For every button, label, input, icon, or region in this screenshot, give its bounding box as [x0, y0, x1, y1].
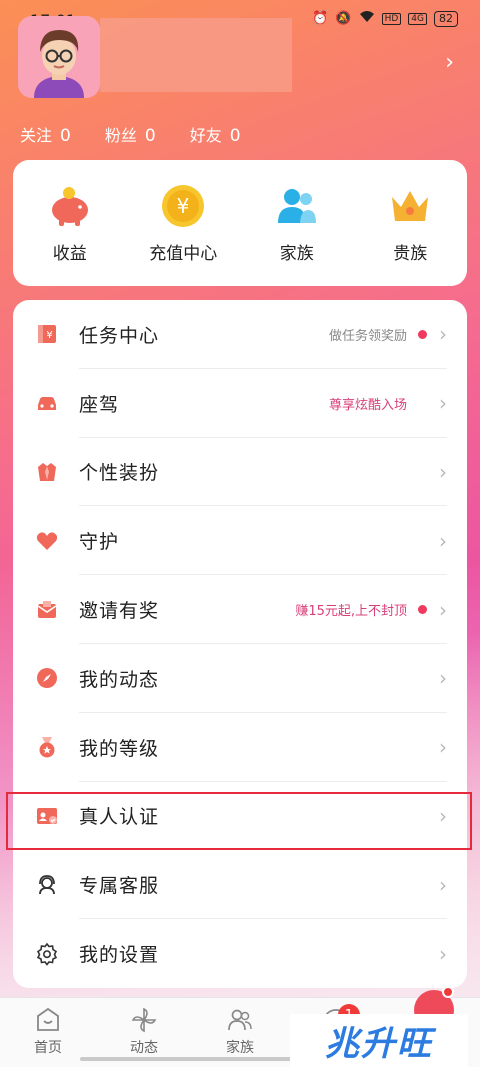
headset-icon	[35, 873, 59, 897]
wifi-icon	[359, 10, 375, 27]
id-card-icon	[35, 804, 59, 828]
menu-item-guard[interactable]: 守护 ›	[13, 506, 467, 576]
feature-label: 家族	[279, 243, 314, 264]
notification-dot	[418, 605, 427, 615]
feature-label: 充值中心	[149, 243, 218, 264]
menu-label: 我的动态	[79, 668, 160, 691]
hd-badge: HD	[381, 12, 402, 25]
gear-icon	[35, 942, 59, 966]
menu-label: 我的等级	[79, 737, 160, 760]
task-icon: ¥	[35, 322, 59, 346]
chevron-right-icon: ›	[439, 391, 447, 416]
menu-item-vehicle[interactable]: 座驾 尊享炫酷入场 ›	[13, 369, 467, 438]
chevron-right-icon: ›	[439, 528, 447, 553]
network-badge: 4G	[408, 12, 427, 25]
chevron-right-icon: ›	[439, 322, 447, 347]
username-redacted-block[interactable]	[100, 18, 292, 92]
stat-fans[interactable]: 粉丝 0	[105, 122, 156, 146]
invite-mail-icon	[35, 598, 59, 622]
menu-hint: 尊享炫酷入场	[328, 397, 407, 413]
feature-recharge[interactable]: ¥ 充值中心	[133, 183, 233, 264]
tab-label: 首页	[34, 1040, 62, 1056]
chevron-right-icon: ›	[439, 872, 447, 897]
svg-text:¥: ¥	[177, 194, 190, 218]
outfit-icon	[35, 460, 59, 484]
tab-label: 动态	[130, 1040, 158, 1056]
stat-label: 好友	[189, 126, 222, 145]
menu-label: 我的设置	[79, 944, 160, 967]
avatar[interactable]	[18, 16, 100, 98]
stat-following[interactable]: 关注 0	[20, 122, 71, 146]
profile-stats: 关注 0 粉丝 0 好友 0	[20, 122, 275, 146]
stat-label: 关注	[20, 126, 53, 145]
notification-dot	[442, 986, 454, 998]
menu-item-my-level[interactable]: 我的等级 ›	[13, 713, 467, 782]
menu-label: 守护	[79, 531, 120, 554]
tab-label: 家族	[226, 1040, 254, 1056]
alarm-icon: ⏰	[312, 11, 329, 26]
menu-item-task-center[interactable]: ¥ 任务中心 做任务领奖励 ›	[13, 300, 467, 369]
stat-friends[interactable]: 好友 0	[190, 122, 241, 146]
home-icon	[37, 1007, 59, 1031]
menu-label: 个性装扮	[79, 462, 160, 485]
menu-item-my-moments[interactable]: 我的动态 ›	[13, 644, 467, 713]
menu-item-outfit[interactable]: 个性装扮 ›	[13, 438, 467, 507]
crown-icon	[392, 190, 429, 221]
mute-icon: 🔕	[335, 11, 352, 26]
menu-item-real-person-verification[interactable]: 真人认证 ›	[13, 782, 467, 851]
battery-indicator: 82	[434, 10, 458, 27]
menu-label: 任务中心	[79, 324, 160, 347]
family-tab-icon	[228, 1009, 252, 1031]
svg-text:¥: ¥	[46, 330, 52, 341]
stat-value: 0	[144, 126, 156, 146]
stat-label: 粉丝	[104, 126, 137, 145]
menu-item-invite[interactable]: 邀请有奖 赚15元起,上不封顶 ›	[13, 575, 467, 644]
chevron-right-icon: ›	[439, 803, 447, 828]
chevron-right-icon: ›	[439, 459, 447, 484]
menu-item-customer-service[interactable]: 专属客服 ›	[13, 850, 467, 920]
chevron-right-icon: ›	[439, 597, 447, 622]
car-icon	[35, 391, 59, 415]
menu-label: 座驾	[79, 393, 120, 416]
stat-value: 0	[60, 126, 71, 146]
feature-earnings[interactable]: 收益	[20, 183, 120, 264]
feature-label: 收益	[52, 243, 87, 264]
feature-nobility[interactable]: 贵族	[360, 183, 460, 264]
status-icons: ⏰ 🔕 HD 4G 82	[312, 10, 458, 27]
watermark-text: 兆升旺	[325, 1024, 433, 1064]
feature-card: 收益 ¥ 充值中心 家族 贵族	[13, 160, 467, 286]
medal-icon	[35, 735, 59, 759]
profile-chevron-right-icon[interactable]: ›	[445, 50, 454, 75]
stat-value: 0	[229, 126, 241, 146]
watermark-logo: 兆升旺	[290, 1014, 468, 1067]
menu-label: 真人认证	[79, 806, 160, 829]
piggy-bank-icon	[51, 186, 88, 226]
chevron-right-icon: ›	[439, 941, 447, 966]
menu-hint: 赚15元起,上不封顶	[295, 604, 407, 620]
home-indicator	[80, 1057, 300, 1061]
notification-dot	[418, 329, 427, 339]
menu-label: 专属客服	[79, 875, 160, 898]
chevron-right-icon: ›	[439, 666, 447, 691]
feature-label: 贵族	[393, 243, 428, 264]
family-icon	[277, 188, 316, 223]
feature-family[interactable]: 家族	[247, 183, 347, 264]
pinwheel-icon	[131, 1007, 157, 1033]
compass-icon	[35, 666, 59, 690]
menu-hint: 做任务领奖励	[328, 328, 407, 344]
yuan-coin-icon: ¥	[162, 184, 205, 227]
chevron-right-icon: ›	[439, 735, 447, 760]
heart-icon	[35, 529, 59, 553]
menu-item-settings[interactable]: 我的设置 ›	[13, 919, 467, 988]
avatar-illustration-icon	[18, 16, 100, 98]
menu-card: ¥ 任务中心 做任务领奖励 › 座驾 尊享炫酷入场 › 个性装扮 › 守护 ›	[13, 300, 467, 988]
menu-label: 邀请有奖	[79, 600, 160, 623]
